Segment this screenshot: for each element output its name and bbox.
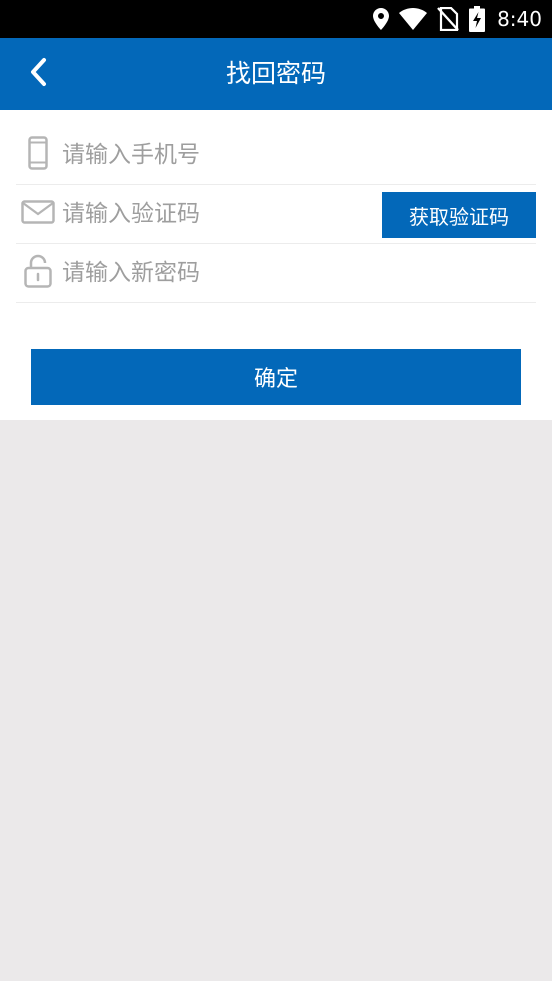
status-icons: 8:40 — [373, 0, 542, 38]
no-sim-icon — [437, 7, 459, 31]
wifi-icon — [399, 8, 428, 30]
app-bar: 找回密码 — [0, 38, 552, 110]
page-title: 找回密码 — [225, 59, 326, 88]
battery-charging-icon — [469, 6, 486, 32]
new-password-input[interactable] — [62, 253, 522, 293]
confirm-button[interactable]: 确定 — [31, 349, 521, 405]
status-bar: 8:40 — [0, 0, 552, 38]
status-time: 8:40 — [497, 7, 542, 31]
get-code-button[interactable]: 获取验证码 — [382, 192, 536, 238]
lock-icon — [24, 254, 52, 292]
form-panel: 获取验证码 确定 — [0, 110, 552, 420]
code-input[interactable] — [62, 194, 372, 234]
phone-input[interactable] — [62, 135, 522, 175]
phone-icon — [28, 136, 48, 174]
mail-icon — [21, 200, 55, 228]
password-row — [16, 244, 536, 303]
back-button[interactable] — [20, 56, 56, 92]
location-icon — [373, 8, 390, 30]
chevron-left-icon — [29, 57, 47, 91]
code-row: 获取验证码 — [16, 185, 536, 244]
phone-row — [16, 126, 536, 185]
